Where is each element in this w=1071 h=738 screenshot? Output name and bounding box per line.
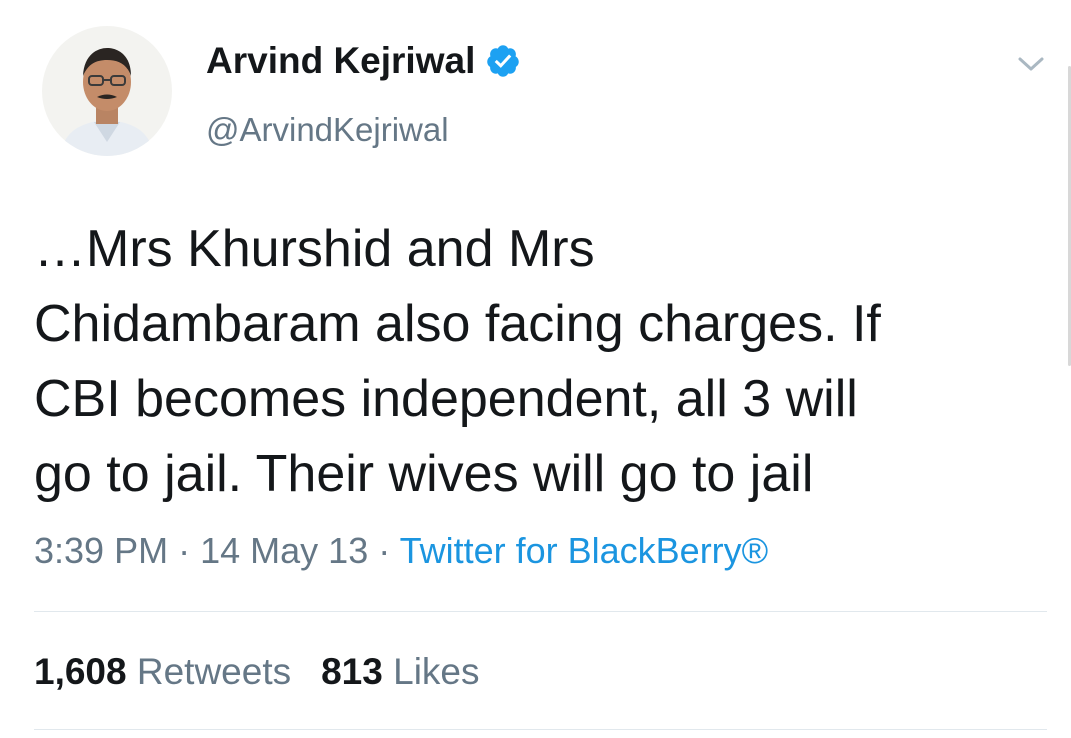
tweet-text-line: Chidambaram also facing charges. If xyxy=(34,295,881,353)
display-name[interactable]: Arvind Kejriwal xyxy=(206,40,521,82)
likes-count: 813 xyxy=(321,651,383,692)
retweets-label: Retweets xyxy=(136,651,292,692)
divider xyxy=(34,729,1047,730)
display-name-text[interactable]: Arvind Kejriwal xyxy=(206,40,475,82)
tweet-time[interactable]: 3:39 PM xyxy=(34,530,168,571)
tweet-stats: 1,608 Retweets 813 Likes xyxy=(34,651,480,693)
retweets-stat[interactable]: 1,608 Retweets xyxy=(34,651,291,692)
retweets-count: 1,608 xyxy=(34,651,127,692)
tweet-text: …Mrs Khurshid and Mrs Chidambaram also f… xyxy=(34,212,1044,512)
avatar[interactable] xyxy=(42,26,172,156)
tweet-text-line: …Mrs Khurshid and Mrs xyxy=(34,220,595,278)
divider xyxy=(34,611,1047,612)
meta-separator: · xyxy=(178,530,191,571)
likes-stat[interactable]: 813 Likes xyxy=(321,651,479,692)
meta-separator: · xyxy=(378,530,391,571)
tweet-text-line: go to jail. Their wives will go to jail xyxy=(34,445,814,503)
tweet-source-link[interactable]: Twitter for BlackBerry® xyxy=(400,530,769,571)
tweet-text-line: CBI becomes independent, all 3 will xyxy=(34,370,858,428)
user-handle[interactable]: @ArvindKejriwal xyxy=(206,111,449,149)
likes-label: Likes xyxy=(393,651,480,692)
verified-badge-icon xyxy=(487,45,520,77)
tweet-date[interactable]: 14 May 13 xyxy=(200,530,368,571)
tweet-meta: 3:39 PM · 14 May 13 · Twitter for BlackB… xyxy=(34,530,768,572)
avatar-image xyxy=(42,26,172,156)
chevron-down-icon[interactable] xyxy=(1014,50,1048,78)
